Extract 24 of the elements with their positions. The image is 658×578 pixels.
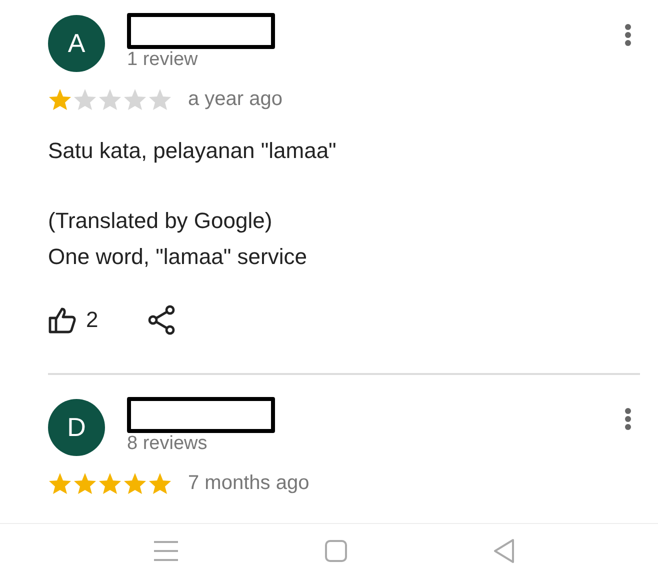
review-time: a year ago — [188, 88, 283, 111]
star-icon — [148, 472, 172, 495]
star-icon — [98, 472, 122, 495]
review-count: 1 review — [127, 49, 199, 71]
star-icon — [73, 472, 97, 495]
avatar: D — [48, 399, 105, 456]
more-options-icon[interactable] — [624, 407, 632, 431]
like-button[interactable]: 2 — [48, 306, 98, 334]
more-options-icon[interactable] — [624, 23, 632, 47]
review-time: 7 months ago — [188, 472, 310, 495]
star-icon — [123, 88, 147, 111]
star-icon — [98, 88, 122, 111]
star-icon — [148, 88, 172, 111]
review-count: 8 reviews — [127, 433, 208, 455]
share-icon[interactable] — [148, 305, 176, 335]
star-icon — [48, 88, 72, 111]
review-text: Satu kata, pelayanan "lamaa" — [48, 137, 338, 165]
translation-label: (Translated by Google) — [48, 207, 274, 235]
star-icon — [123, 472, 147, 495]
translated-text: One word, "lamaa" service — [48, 243, 308, 271]
thumbs-up-icon — [48, 306, 78, 334]
star-icon — [73, 88, 97, 111]
star-icon — [48, 472, 72, 495]
avatar: A — [48, 15, 105, 72]
